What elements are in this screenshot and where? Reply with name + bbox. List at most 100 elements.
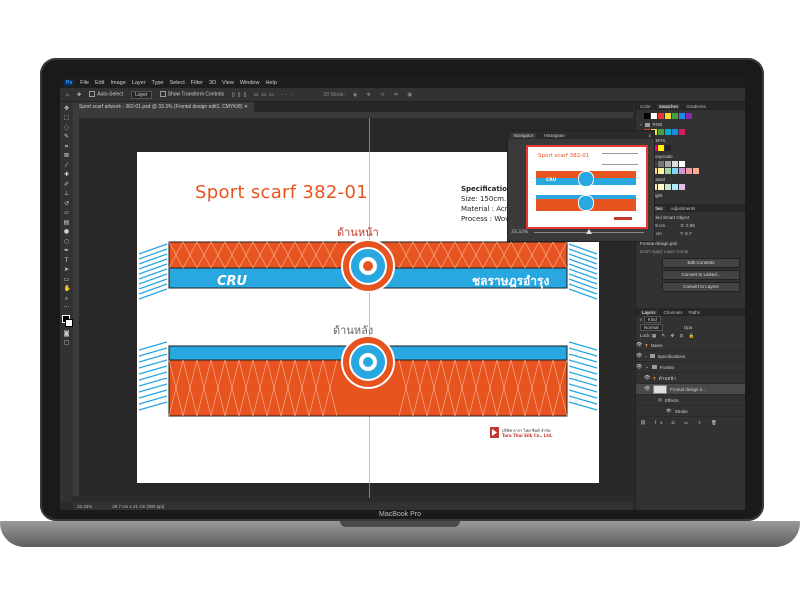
quick-select-tool-icon[interactable]: ✎ (64, 134, 70, 140)
menu-3d[interactable]: 3D (209, 80, 216, 86)
eyedropper-tool-icon[interactable]: ⁄ (64, 162, 70, 169)
visibility-eye-icon[interactable]: 👁 (666, 408, 672, 414)
lasso-tool-icon[interactable]: ◌ (64, 124, 70, 131)
tab-channels[interactable]: Channels (664, 310, 683, 315)
panel-menu-icon[interactable]: ≡ (648, 133, 654, 138)
front-scarf[interactable]: CRU ชลราษฎรอำรุง (137, 240, 599, 306)
brush-tool-icon[interactable]: ✐ (64, 181, 70, 188)
new-layer-icon[interactable]: ＋ (697, 420, 706, 425)
shape-tool-icon[interactable]: ▭ (64, 276, 70, 283)
history-brush-icon[interactable]: ↺ (64, 200, 70, 207)
navigator-zoom[interactable]: 33.33% (511, 230, 528, 235)
menu-window[interactable]: Window (240, 80, 260, 86)
gradient-tool-icon[interactable]: ▤ (64, 219, 70, 226)
menu-layer[interactable]: Layer (132, 80, 146, 86)
dodge-tool-icon[interactable]: ○ (64, 238, 70, 245)
layer-comp-select[interactable]: Don't Apply Layer Comp (636, 248, 745, 256)
transform-controls-toggle[interactable]: Show Transform Controls (159, 91, 224, 98)
more-tools-icon[interactable]: ··· (64, 305, 70, 311)
zoom-slider-handle[interactable] (586, 229, 592, 234)
screen-mode-icon[interactable]: ▢ (64, 340, 70, 346)
tab-adjustments[interactable]: Adjustments (671, 206, 696, 211)
expand-chevron-icon[interactable]: ⌄ (645, 364, 649, 370)
marquee-tool-icon[interactable]: ⬚ (64, 115, 70, 121)
zoom-readout[interactable]: 33.33% (77, 504, 92, 509)
navigator-preview[interactable]: Sport scarf 382-01 CRU (526, 145, 648, 229)
effect-stroke-row[interactable]: 👁 Stroke (636, 406, 745, 417)
tab-layers[interactable]: Layers (640, 309, 658, 315)
crest-emblem (341, 336, 395, 389)
convert-to-layers-button[interactable]: Convert to Layers (662, 282, 740, 292)
x-value[interactable]: X: 2.98 (680, 223, 694, 228)
swatch-group-rgb[interactable]: › RGB (636, 120, 745, 129)
menu-view[interactable]: View (222, 80, 234, 86)
edit-contents-button[interactable]: Edit Contents (662, 258, 740, 268)
blend-mode-select[interactable]: Normal (640, 324, 663, 331)
menu-filter[interactable]: Filter (191, 80, 203, 86)
auto-select-toggle[interactable]: Auto-Select (89, 91, 123, 98)
opacity-label: Opa (683, 325, 693, 330)
tab-histogram[interactable]: Histogram (544, 133, 565, 138)
auto-select-target-dropdown[interactable]: Layer (131, 90, 152, 99)
3d-mode-icons[interactable]: ◉ ✥ ⟲ ⇄ ▣ (353, 92, 416, 98)
eraser-tool-icon[interactable]: ▱ (64, 210, 70, 216)
menu-edit[interactable]: Edit (95, 80, 104, 86)
frame-tool-icon[interactable]: ⊠ (64, 153, 70, 159)
menu-help[interactable]: Help (265, 80, 276, 86)
swatch-row[interactable] (636, 113, 745, 119)
layer-kind-filter[interactable]: Kind (643, 316, 661, 323)
menu-image[interactable]: Image (110, 80, 125, 86)
expand-chevron-icon[interactable]: › (645, 354, 647, 359)
layer-filter-row: ⌕ Kind (636, 316, 745, 324)
y-value[interactable]: Y: 5.7 (680, 231, 692, 236)
blur-tool-icon[interactable]: ● (64, 229, 70, 235)
delete-layer-icon[interactable]: 🗑 (711, 420, 721, 425)
tab-color[interactable]: Color (640, 104, 651, 109)
healing-tool-icon[interactable]: ✚ (64, 172, 70, 178)
visibility-eye-icon[interactable]: 👁 (636, 364, 642, 370)
menu-select[interactable]: Select (169, 80, 184, 86)
move-tool-icon[interactable]: ✥ (77, 92, 81, 98)
stamp-tool-icon[interactable]: ⊥ (64, 191, 70, 197)
fx-icon: ◎ (658, 397, 662, 402)
tab-gradients[interactable]: Gradients (686, 104, 706, 109)
path-select-tool-icon[interactable]: ➤ (64, 267, 70, 273)
tab-paths[interactable]: Paths (689, 310, 701, 315)
layer-row-selected[interactable]: 👁 Frontal design e... (636, 384, 745, 395)
type-tool-icon[interactable]: T (64, 257, 70, 264)
visibility-eye-icon[interactable]: 👁 (644, 386, 650, 392)
layer-name: Specifications (657, 353, 686, 359)
new-group-icon[interactable]: ▭ (684, 420, 692, 425)
zoom-tool-icon[interactable]: ⌕ (64, 295, 70, 302)
visibility-eye-icon[interactable]: 👁 (636, 342, 642, 348)
visibility-eye-icon[interactable]: 👁 (636, 353, 642, 359)
layer-row[interactable]: 👁 T Name (636, 340, 745, 351)
lock-icons[interactable]: ▦ ✎ ✥ ⊡ 🔒 (652, 333, 696, 338)
color-swatches[interactable] (60, 315, 73, 327)
align-icons[interactable]: ▯▯▯ ▭▭▭ ··· (232, 92, 295, 98)
layer-row[interactable]: 👁 ⌄ Frontal (636, 362, 745, 373)
tab-swatches[interactable]: Swatches (656, 103, 681, 109)
layer-row[interactable]: 👁 T ด้านหน้า (636, 373, 745, 384)
mask-icon[interactable]: ◘ (672, 420, 679, 425)
effects-row[interactable]: ◎ Effects (636, 395, 745, 406)
hand-tool-icon[interactable]: ✋ (64, 286, 71, 292)
document-tab[interactable]: Sport scarf artwork - 382-01.psd @ 33.3%… (73, 102, 255, 112)
home-icon[interactable]: ⌂ (66, 92, 69, 98)
tab-navigator[interactable]: Navigator (511, 132, 537, 138)
visibility-eye-icon[interactable]: 👁 (644, 375, 650, 381)
pen-tool-icon[interactable]: ✒ (64, 248, 70, 254)
move-tool-icon[interactable]: ✥ (64, 105, 70, 112)
options-bar: ⌂ ✥ Auto-Select Layer Show Transform Con… (60, 88, 745, 102)
convert-to-linked-button[interactable]: Convert to Linked... (662, 270, 740, 280)
menu-type[interactable]: Type (152, 80, 164, 86)
quick-mask-icon[interactable]: ◙ (64, 330, 70, 337)
preview-front-scarf: CRU (536, 171, 636, 187)
crop-tool-icon[interactable]: ⌗ (64, 143, 70, 150)
layer-row[interactable]: 👁 › Specifications (636, 351, 745, 362)
preview-crest (578, 195, 594, 211)
back-scarf[interactable] (137, 336, 599, 420)
menu-file[interactable]: File (80, 80, 89, 86)
fx-menu-icon[interactable]: fx (655, 420, 667, 425)
link-layers-icon[interactable]: ⛓ (640, 420, 650, 425)
